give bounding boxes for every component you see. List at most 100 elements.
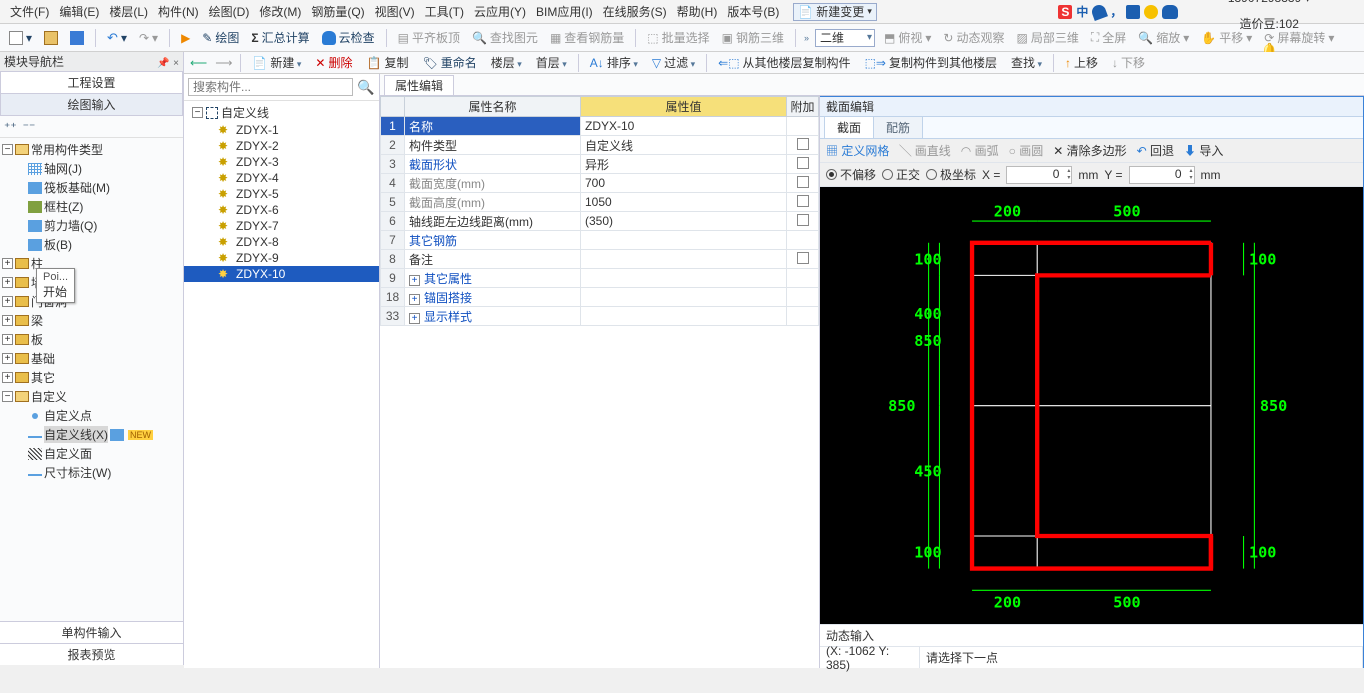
- prop-add[interactable]: [787, 307, 819, 326]
- tree-item-dimension[interactable]: 尺寸标注(W): [2, 463, 181, 482]
- ime-zh-icon[interactable]: 中: [1076, 3, 1088, 20]
- new-change-button[interactable]: 📄 新建变更 ▾: [793, 3, 877, 21]
- tree-item-framecol[interactable]: 框柱(Z): [2, 197, 181, 216]
- tree-folder-foundation[interactable]: + 基础: [2, 349, 181, 368]
- tree-folder-beam[interactable]: + 梁: [2, 311, 181, 330]
- prop-value[interactable]: [581, 307, 787, 326]
- prop-row[interactable]: 8备注: [381, 250, 819, 269]
- phone-dropdown[interactable]: 13907298339 ▾: [1228, 0, 1311, 5]
- save-button[interactable]: [67, 29, 87, 47]
- list-item[interactable]: ✸ZDYX-9: [184, 250, 379, 266]
- expand-icon[interactable]: »: [804, 33, 809, 43]
- undo-section-button[interactable]: ↶ 回退: [1137, 142, 1174, 159]
- prop-value[interactable]: [581, 269, 787, 288]
- undo-button[interactable]: ↶▾: [104, 28, 130, 48]
- collapse-icon[interactable]: −: [2, 144, 13, 155]
- rename-button[interactable]: 🏷 重命名: [419, 52, 479, 73]
- tree-item-axis[interactable]: 轴网(J): [2, 159, 181, 178]
- menu-bim[interactable]: BIM应用(I): [532, 1, 597, 22]
- x-input[interactable]: 0: [1006, 166, 1072, 184]
- tree-folder-custom[interactable]: − 自定义: [2, 387, 181, 406]
- prop-value[interactable]: (350): [581, 212, 787, 231]
- prop-value[interactable]: 异形: [581, 155, 787, 174]
- prop-row[interactable]: 3截面形状异形: [381, 155, 819, 174]
- orbit-button[interactable]: ↻动态观察: [940, 27, 1007, 48]
- menu-floor[interactable]: 楼层(L): [105, 1, 152, 22]
- new-file-button[interactable]: ▾: [6, 29, 35, 47]
- prop-add[interactable]: [787, 117, 819, 136]
- list-item[interactable]: ✸ZDYX-4: [184, 170, 379, 186]
- import-section-button[interactable]: ⬇ 导入: [1184, 142, 1223, 159]
- keyboard-icon[interactable]: [1126, 5, 1140, 19]
- prop-row[interactable]: 2构件类型自定义线: [381, 136, 819, 155]
- cloud-check-button[interactable]: 云检查: [319, 27, 378, 48]
- first-floor-dropdown[interactable]: 首层: [533, 52, 570, 73]
- redo-button[interactable]: ↷▾: [136, 29, 161, 47]
- y-input[interactable]: 0: [1129, 166, 1195, 184]
- menu-modify[interactable]: 修改(M): [255, 1, 305, 22]
- tree-item-custom-face[interactable]: 自定义面: [2, 444, 181, 463]
- tree-folder-slab[interactable]: + 板: [2, 330, 181, 349]
- fullscreen-button[interactable]: ⛶全屏: [1088, 27, 1129, 48]
- collapse-icon[interactable]: −: [192, 107, 203, 118]
- menu-file[interactable]: 文件(F): [6, 1, 53, 22]
- floor-dropdown[interactable]: 楼层: [488, 52, 525, 73]
- list-item[interactable]: ✸ZDYX-3: [184, 154, 379, 170]
- clear-polygon-button[interactable]: ✕ 清除多边形: [1053, 142, 1126, 159]
- checkbox-icon[interactable]: [797, 157, 809, 169]
- prop-row[interactable]: 7其它钢筋: [381, 231, 819, 250]
- pointer-button[interactable]: ▶: [178, 29, 193, 47]
- collapse-icon[interactable]: −: [2, 391, 13, 402]
- checkbox-icon[interactable]: [797, 252, 809, 264]
- move-up-button[interactable]: ↑ 上移: [1062, 52, 1101, 73]
- sort-button[interactable]: A↓ 排序: [587, 52, 641, 73]
- prop-add[interactable]: [787, 155, 819, 174]
- checkbox-icon[interactable]: [797, 195, 809, 207]
- menu-view[interactable]: 视图(V): [371, 1, 419, 22]
- expand-icon[interactable]: +: [2, 315, 13, 326]
- expand-icon[interactable]: +: [2, 277, 13, 288]
- flat-top-button[interactable]: ▤平齐板顶: [395, 27, 463, 48]
- radio-polar[interactable]: 极坐标: [926, 166, 976, 183]
- drawing-input-button[interactable]: 绘图输入: [0, 94, 183, 116]
- project-settings-button[interactable]: 工程设置: [0, 72, 183, 94]
- prop-add[interactable]: [787, 250, 819, 269]
- report-preview-button[interactable]: 报表预览: [0, 643, 183, 665]
- prop-row[interactable]: 18+锚固搭接: [381, 288, 819, 307]
- tree-folder-opening[interactable]: + 门窗洞: [2, 292, 181, 311]
- nav-fwd-icon[interactable]: ⟶: [215, 56, 232, 70]
- screen-rotate-button[interactable]: ⟳屏幕旋转▾: [1261, 27, 1337, 48]
- expand-icon[interactable]: +: [2, 334, 13, 345]
- copy-to-floor-button[interactable]: ⬚⇒ 复制构件到其他楼层: [862, 52, 1000, 73]
- expand-icon[interactable]: +: [2, 372, 13, 383]
- search-input[interactable]: [188, 78, 353, 96]
- prop-add[interactable]: [787, 269, 819, 288]
- prop-row[interactable]: 6轴线距左边线距离(mm)(350): [381, 212, 819, 231]
- section-canvas[interactable]: 200 500 200 500 100 850 450 100 850 10: [820, 187, 1363, 624]
- pin-icon[interactable]: 📌: [157, 58, 169, 69]
- tree-item-slab[interactable]: 板(B): [2, 235, 181, 254]
- list-item[interactable]: ✸ZDYX-5: [184, 186, 379, 202]
- prop-row[interactable]: 4截面宽度(mm)700: [381, 174, 819, 193]
- prop-value[interactable]: [581, 231, 787, 250]
- tree-item-custom-line[interactable]: 自定义线(X) NEW: [2, 425, 181, 444]
- view-steel-button[interactable]: ▦查看钢筋量: [547, 27, 627, 48]
- single-component-input-button[interactable]: 单构件输入: [0, 621, 183, 643]
- tree-item-custom-point[interactable]: 自定义点: [2, 406, 181, 425]
- prop-add[interactable]: [787, 193, 819, 212]
- prop-value[interactable]: 自定义线: [581, 136, 787, 155]
- new-component-button[interactable]: 📄 新建: [249, 52, 304, 73]
- prop-value[interactable]: 700: [581, 174, 787, 193]
- tree-item-shearwall[interactable]: 剪力墙(Q): [2, 216, 181, 235]
- prop-row[interactable]: 1名称ZDYX-10: [381, 117, 819, 136]
- sum-calc-button[interactable]: Σ汇总计算: [248, 27, 312, 48]
- prop-add[interactable]: [787, 212, 819, 231]
- draw-arc-button[interactable]: ◠ 画弧: [961, 142, 999, 159]
- list-item[interactable]: ✸ZDYX-1: [184, 122, 379, 138]
- steel-3d-button[interactable]: ▣钢筋三维: [719, 27, 787, 48]
- menu-online[interactable]: 在线服务(S): [599, 1, 671, 22]
- open-button[interactable]: [41, 29, 61, 47]
- expand-icon[interactable]: +: [2, 353, 13, 364]
- view-mode-combo[interactable]: 二维: [815, 29, 875, 47]
- define-grid-button[interactable]: ▦ 定义网格: [826, 142, 889, 159]
